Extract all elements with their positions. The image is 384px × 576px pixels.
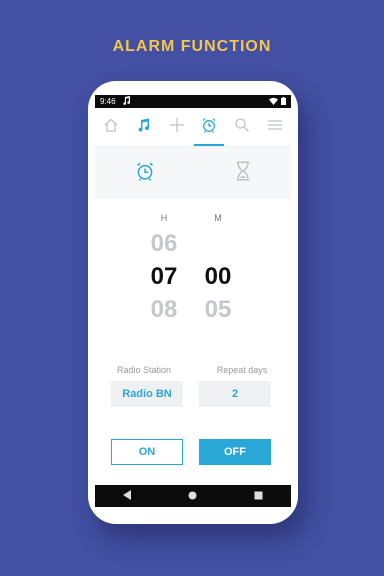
recents-icon[interactable] xyxy=(254,487,263,505)
tab-search[interactable] xyxy=(227,112,257,142)
minute-column[interactable]: M 00 05 xyxy=(193,209,243,326)
tab-menu[interactable] xyxy=(260,112,290,142)
mode-timer[interactable] xyxy=(235,161,251,186)
music-note-icon xyxy=(136,117,152,138)
menu-icon xyxy=(267,117,283,138)
status-bar: 9:46 xyxy=(95,95,291,108)
radio-station-select[interactable]: Radio BN xyxy=(111,381,183,407)
system-nav-bar xyxy=(95,485,291,507)
repeat-days-select[interactable]: 2 xyxy=(199,381,271,407)
search-icon xyxy=(234,117,250,138)
hour-prev[interactable]: 06 xyxy=(139,227,189,260)
top-toolbar xyxy=(95,108,291,147)
wifi-icon xyxy=(269,97,278,107)
radio-station-label: Radio Station xyxy=(116,365,172,375)
tab-add[interactable] xyxy=(162,112,192,142)
alarm-off-button[interactable]: OFF xyxy=(199,439,271,465)
alarm-clock-icon xyxy=(201,117,217,138)
minute-next[interactable]: 05 xyxy=(193,293,243,326)
battery-icon xyxy=(281,96,286,107)
phone-screen: 9:46 H 06 07 08 M 00 05 Radio Station Re… xyxy=(95,95,291,507)
minute-prev[interactable] xyxy=(193,227,243,260)
hourglass-icon xyxy=(235,161,251,185)
mode-alarm[interactable] xyxy=(135,161,155,186)
tab-home[interactable] xyxy=(96,112,126,142)
plus-icon xyxy=(169,117,185,138)
music-note-icon xyxy=(122,96,131,107)
hour-next[interactable]: 08 xyxy=(139,293,189,326)
alarm-clock-icon xyxy=(135,162,155,185)
alarm-on-button[interactable]: ON xyxy=(111,439,183,465)
tab-music[interactable] xyxy=(129,112,159,142)
tab-alarm[interactable] xyxy=(194,112,225,146)
mode-selector xyxy=(95,147,291,199)
alarm-toggle-row: ON OFF xyxy=(95,439,291,465)
hour-label: H xyxy=(160,213,168,223)
repeat-days-label: Repeat days xyxy=(216,365,268,375)
home-icon xyxy=(103,117,119,138)
alarm-settings: Radio Station Repeat days Radio BN 2 xyxy=(95,365,291,407)
minute-selected[interactable]: 00 xyxy=(193,260,243,293)
minute-label: M xyxy=(214,213,222,223)
hour-selected[interactable]: 07 xyxy=(139,260,189,293)
promo-headline: ALARM FUNCTION xyxy=(112,38,272,55)
hour-column[interactable]: H 06 07 08 xyxy=(139,209,189,326)
time-picker: H 06 07 08 M 00 05 xyxy=(95,199,291,359)
phone-frame: 9:46 H 06 07 08 M 00 05 Radio Station Re… xyxy=(88,81,298,524)
status-time: 9:46 xyxy=(100,97,116,106)
home-nav-icon[interactable] xyxy=(188,487,197,505)
back-icon[interactable] xyxy=(123,487,132,505)
